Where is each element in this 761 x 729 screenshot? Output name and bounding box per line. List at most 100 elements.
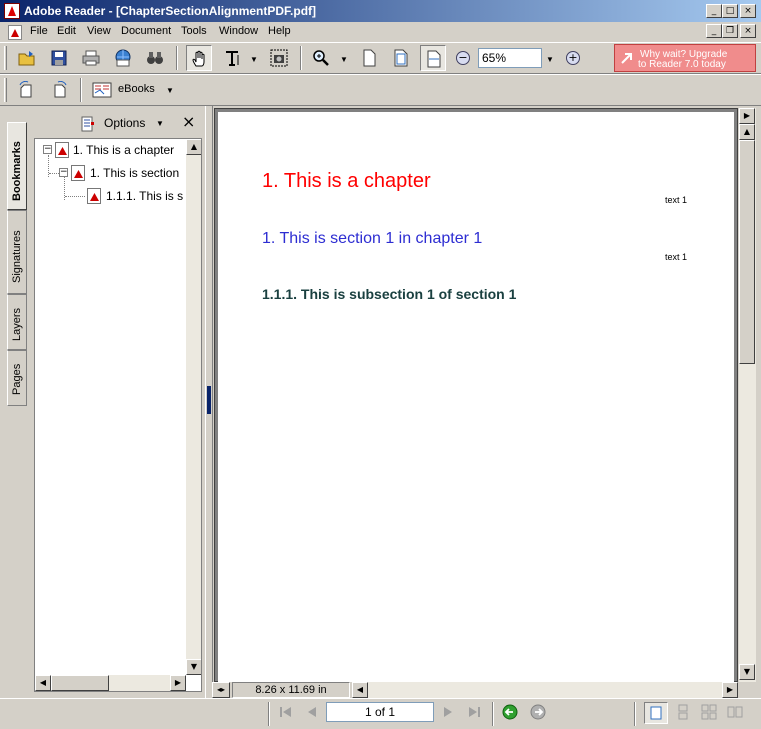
tab-signatures-label: Signatures (11, 230, 23, 283)
tab-layers[interactable]: Layers (7, 294, 27, 350)
scroll-down-arrow[interactable]: ▼ (739, 664, 755, 680)
rotate-page-ccw-icon (54, 81, 67, 98)
first-page-icon[interactable] (278, 704, 294, 720)
previous-page-icon[interactable] (304, 704, 320, 720)
go-back-icon[interactable] (502, 704, 518, 720)
scroll-up-arrow[interactable]: ▲ (186, 139, 201, 155)
bookmarks-horizontal-scrollbar[interactable]: ◀ ▶ (35, 675, 186, 691)
document-vertical-scrollbar[interactable]: ▶ ▲ ▼ (739, 108, 756, 682)
doc-minimize-button[interactable]: _ (706, 24, 722, 38)
bookmarks-vertical-scrollbar[interactable]: ▲ ▼ (186, 139, 201, 675)
menu-edit[interactable]: Edit (57, 25, 76, 37)
section-body-text: text 1 (665, 252, 688, 262)
facing-layout-icon[interactable] (727, 704, 743, 720)
snapshot-button[interactable] (266, 45, 292, 71)
menu-help[interactable]: Help (268, 25, 291, 37)
doc-restore-button[interactable]: ❐ (722, 24, 738, 38)
collapse-toggle[interactable]: − (59, 168, 68, 177)
tree-line (49, 173, 59, 174)
search-button[interactable] (142, 45, 168, 71)
adobe-reader-app-icon[interactable] (4, 3, 20, 19)
tree-line (65, 196, 85, 197)
scroll-left-arrow[interactable]: ◀ (352, 682, 368, 698)
page-icon (363, 49, 376, 67)
page-number-input[interactable]: 1 of 1 (326, 702, 434, 722)
close-panel-icon[interactable]: × (182, 112, 195, 131)
page-up-arrow[interactable]: ▶ (739, 108, 755, 124)
last-page-icon[interactable] (466, 704, 482, 720)
go-forward-icon[interactable] (530, 704, 546, 720)
fit-width-icon (427, 50, 441, 68)
open-folder-icon (18, 51, 35, 66)
select-tool-dropdown-arrow[interactable]: ▼ (250, 55, 258, 64)
menu-window[interactable]: Window (219, 25, 258, 37)
actual-size-button[interactable] (356, 45, 382, 71)
scroll-left-arrow[interactable]: ◀ (35, 675, 51, 691)
zoom-tool-dropdown-arrow[interactable]: ▼ (340, 55, 348, 64)
vertical-scroll-thumb[interactable] (739, 140, 755, 364)
scroll-right-arrow[interactable]: ▶ (722, 682, 738, 698)
document-horizontal-scrollbar[interactable] (368, 682, 722, 698)
rotate-clockwise-button[interactable] (14, 77, 40, 103)
doc-close-button[interactable]: × (740, 24, 756, 38)
section-heading: 1. This is section 1 in chapter 1 (262, 230, 483, 247)
ebooks-button[interactable]: eBooks ▼ (88, 78, 178, 102)
zoom-level-dropdown-arrow[interactable]: ▼ (546, 55, 554, 64)
next-page-icon[interactable] (440, 704, 456, 720)
bookmark-section[interactable]: 1. This is section (90, 166, 179, 180)
menu-file[interactable]: File (30, 25, 48, 37)
zoom-in-icon[interactable]: + (566, 51, 580, 65)
scroll-right-arrow[interactable]: ▶ (170, 675, 186, 691)
menu-view[interactable]: View (87, 25, 111, 37)
horizontal-scroll-thumb[interactable] (51, 675, 109, 691)
tab-signatures[interactable]: Signatures (7, 210, 27, 294)
print-button[interactable] (78, 45, 104, 71)
scroll-up-arrow[interactable]: ▲ (739, 124, 755, 140)
single-page-layout-button[interactable] (644, 702, 668, 724)
menu-document[interactable]: Document (121, 25, 171, 37)
splitter-handle[interactable] (207, 386, 211, 414)
panel-splitter[interactable] (205, 106, 213, 698)
upgrade-banner-button[interactable]: Why wait? Upgrade to Reader 7.0 today (614, 44, 756, 72)
bookmarks-tree: − 1. This is a chapter − 1. This is sect… (34, 138, 202, 692)
save-button[interactable] (46, 45, 72, 71)
fit-width-button[interactable] (420, 45, 446, 71)
maximize-button[interactable]: □ (722, 4, 738, 18)
zoom-in-tool-button[interactable] (308, 45, 334, 71)
tab-pages-label: Pages (11, 363, 23, 395)
bookmarks-panel-header: Options ▼ × (32, 110, 204, 138)
document-menu-icon[interactable] (8, 25, 22, 40)
zoom-level-input[interactable]: 65% (478, 48, 542, 68)
split-handle-icon[interactable]: ◂▸ (212, 682, 230, 698)
hand-tool-button[interactable] (186, 45, 212, 71)
secondary-toolbar: eBooks ▼ (0, 74, 761, 106)
continuous-layout-icon[interactable] (675, 704, 691, 720)
collapse-toggle[interactable]: − (43, 145, 52, 154)
select-text-button[interactable] (220, 45, 246, 71)
pdf-page: 1. This is a chapter text 1 1. This is s… (218, 112, 734, 684)
save-disk-icon (51, 50, 67, 66)
options-menu-button[interactable]: Options ▼ (80, 115, 168, 133)
minimize-button[interactable]: _ (706, 4, 722, 18)
email-button[interactable] (110, 45, 136, 71)
menu-tools[interactable]: Tools (181, 25, 207, 37)
tab-bookmarks[interactable]: Bookmarks (7, 122, 27, 210)
subsection-heading: 1.1.1. This is subsection 1 of section 1 (262, 286, 517, 302)
tab-pages[interactable]: Pages (7, 350, 27, 406)
scroll-down-arrow[interactable]: ▼ (186, 659, 201, 675)
zoom-out-icon[interactable]: − (456, 51, 470, 65)
close-button[interactable]: × (740, 4, 756, 18)
fit-page-button[interactable] (388, 45, 414, 71)
continuous-facing-layout-icon[interactable] (701, 704, 717, 720)
open-button[interactable] (14, 45, 40, 71)
bookmark-pdf-icon (87, 188, 101, 204)
window-title: Adobe Reader - [ChapterSectionAlignmentP… (24, 4, 317, 18)
bookmark-chapter[interactable]: 1. This is a chapter (73, 143, 174, 157)
toolbar-grip[interactable] (4, 46, 7, 70)
upgrade-arrow-icon (621, 53, 632, 64)
bookmark-subsection[interactable]: 1.1.1. This is s (106, 189, 183, 203)
bookmark-pdf-icon (71, 165, 85, 181)
rotate-counterclockwise-button[interactable] (46, 77, 72, 103)
toolbar-grip[interactable] (4, 78, 7, 102)
title-bar[interactable]: Adobe Reader - [ChapterSectionAlignmentP… (0, 0, 761, 22)
